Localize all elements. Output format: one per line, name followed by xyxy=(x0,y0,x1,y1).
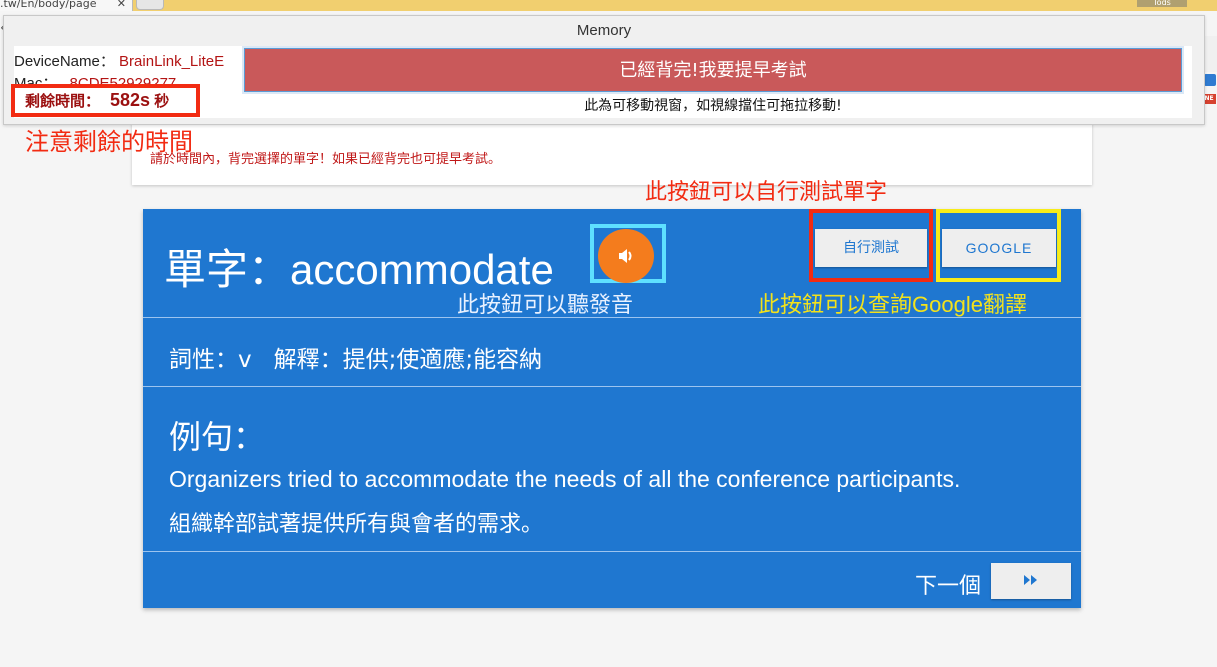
meaning-value: 提供;使適應;能容納 xyxy=(342,347,543,373)
device-name-label: DeviceName： xyxy=(14,53,115,70)
google-annotation: 此按鈕可以查詢Google翻譯 xyxy=(758,292,1027,317)
example-english: Organizers tried to accommodate the need… xyxy=(169,466,961,492)
early-exam-button[interactable]: 已經背完!我要提早考試 xyxy=(242,46,1184,94)
play-sound-button[interactable] xyxy=(598,229,654,283)
next-button[interactable] xyxy=(991,563,1071,599)
tab-url: .tw/En/body/page xyxy=(0,0,97,10)
extension-icon[interactable] xyxy=(1204,74,1216,86)
tab-close-icon[interactable]: ✕ xyxy=(117,0,126,9)
instruction-panel: 請於時間內，背完選擇的單字！如果已經背完也可提早考試。 xyxy=(132,122,1092,185)
new-tab-button[interactable] xyxy=(136,0,164,10)
pos-label: 詞性： xyxy=(169,347,238,373)
fast-forward-icon xyxy=(1024,575,1037,585)
device-name-value: BrainLink_LiteE xyxy=(119,53,225,70)
remaining-time-label: 剩餘時間： xyxy=(25,93,101,110)
self-test-button[interactable]: 自行測試 xyxy=(815,229,927,267)
word-card: 單字：accommodate 自行測試 GOOGLE 詞性：v 解釋：提供;使適應… xyxy=(143,209,1081,608)
pronounce-annotation: 此按鈕可以聽發音 xyxy=(457,293,634,318)
instruction-text: 請於時間內，背完選擇的單字！如果已經背完也可提早考試。 xyxy=(150,152,502,167)
self-test-annotation: 此按鈕可以自行測試單字 xyxy=(645,180,888,205)
speaker-icon xyxy=(619,249,632,263)
pos-value: v xyxy=(238,347,252,373)
remaining-time-box: 剩餘時間： 582s 秒 xyxy=(11,84,200,117)
divider xyxy=(143,551,1081,552)
memory-window-title[interactable]: Memory xyxy=(4,16,1204,46)
example-chinese: 組織幹部試著提供所有與會者的需求。 xyxy=(169,512,544,537)
definition-row: 詞性：v 解釋：提供;使適應;能容納 xyxy=(169,340,542,374)
browser-profile-label[interactable]: Tods xyxy=(1137,0,1187,7)
next-label: 下一個 xyxy=(915,574,982,599)
device-name-row: DeviceName： BrainLink_LiteE xyxy=(14,50,224,71)
example-label: 例句： xyxy=(169,418,266,456)
word-text: accommodate xyxy=(290,246,554,293)
remaining-time-annotation: 注意剩餘的時間 xyxy=(25,128,193,156)
google-translate-button[interactable]: GOOGLE xyxy=(942,229,1056,267)
divider xyxy=(143,386,1081,387)
remaining-time-value: 582s xyxy=(110,90,151,110)
browser-tab-bar: .tw/En/body/page ✕ Tods xyxy=(0,0,1217,11)
browser-tab[interactable]: .tw/En/body/page ✕ xyxy=(0,0,133,11)
word-label: 單字： xyxy=(164,246,291,293)
extension-bar: NE xyxy=(1202,36,1217,104)
meaning-label: 解釋： xyxy=(273,347,343,373)
remaining-time-unit: 秒 xyxy=(154,93,170,110)
movable-window-note: 此為可移動視窗，如視線擋住可拖拉移動! xyxy=(584,98,842,114)
